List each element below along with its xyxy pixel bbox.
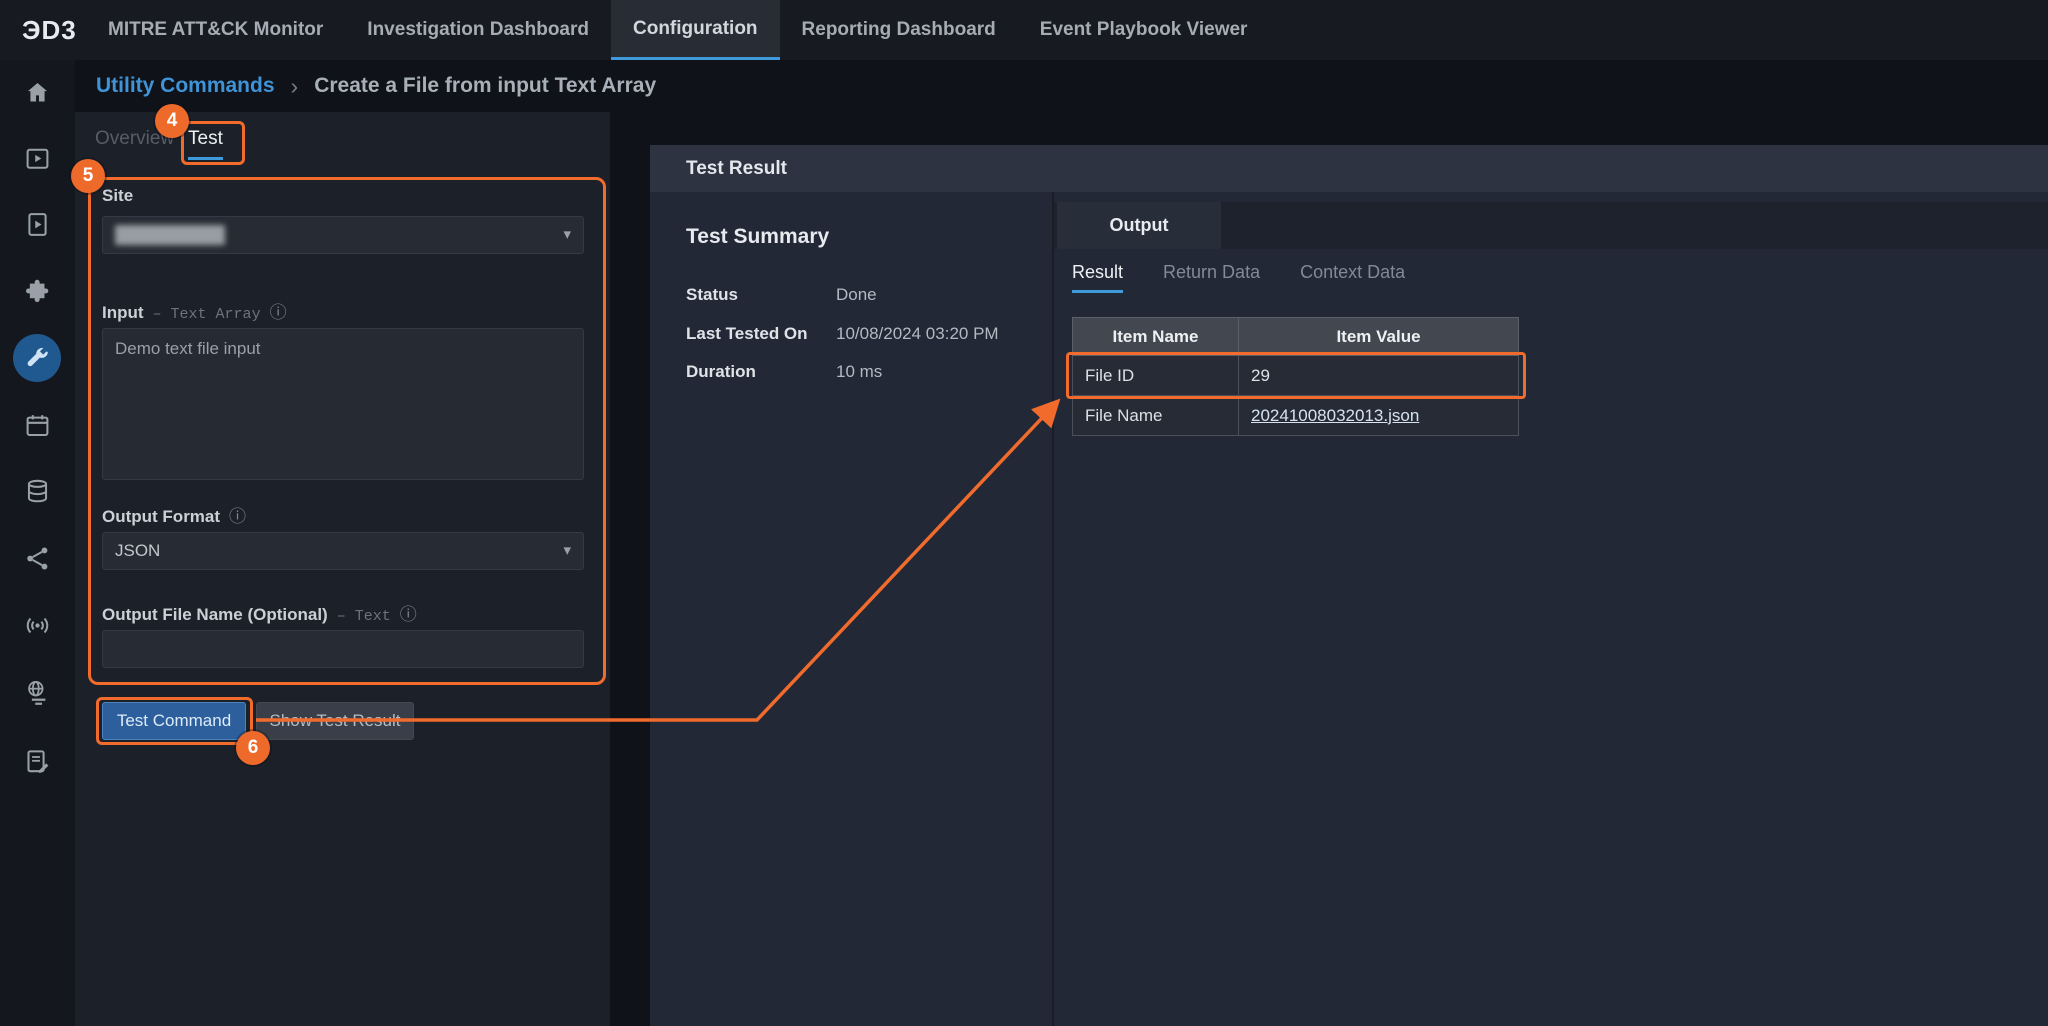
icon-sidebar [0,60,75,1026]
app-root: ЭD3 MITRE ATT&CK Monitor Investigation D… [0,0,2048,1026]
top-nav-items: MITRE ATT&CK Monitor Investigation Dashb… [86,0,1269,60]
home-icon[interactable] [13,68,61,116]
subtab-result[interactable]: Result [1072,262,1123,293]
test-command-button[interactable]: Test Command [102,702,246,740]
test-result-header: Test Result [650,145,2048,192]
utility-commands-icon[interactable] [13,334,61,382]
last-tested-value: 10/08/2024 03:20 PM [836,324,999,344]
annotation-badge-5: 5 [71,159,105,193]
show-test-result-button[interactable]: Show Test Result [256,702,414,740]
chevron-down-icon: ▾ [563,225,571,243]
result-table: Item Name Item Value File ID 29 File Nam… [1072,317,1519,436]
top-nav: ЭD3 MITRE ATT&CK Monitor Investigation D… [0,0,2048,60]
header-item-name: Item Name [1073,318,1239,356]
playbook-icon[interactable] [13,200,61,248]
output-file-name-type-hint: – Text [337,608,391,625]
table-row-file-name: File Name 20241008032013.json [1073,396,1519,436]
site-selected-value-redacted [115,225,225,245]
panel-divider [1052,192,1054,1026]
file-name-name-cell: File Name [1073,396,1239,436]
info-icon[interactable]: ⓘ [270,298,287,323]
command-test-panel: Overview Test Site ▾ Input – Text Array … [75,112,610,1026]
output-file-name-label-text: Output File Name (Optional) [102,605,328,625]
nav-mitre-attck-monitor[interactable]: MITRE ATT&CK Monitor [86,0,345,60]
site-label-text: Site [102,186,133,206]
nav-investigation-dashboard[interactable]: Investigation Dashboard [345,0,611,60]
test-result-title: Test Result [686,158,787,180]
nav-reporting-dashboard[interactable]: Reporting Dashboard [780,0,1018,60]
info-icon[interactable]: ⓘ [400,600,417,625]
file-id-value-cell: 29 [1239,356,1519,396]
input-type-hint: – Text Array [153,306,261,323]
tab-test[interactable]: Test [188,128,223,160]
info-icon[interactable]: ⓘ [229,502,246,527]
chevron-right-icon: › [291,73,299,100]
table-row-file-id: File ID 29 [1073,356,1519,396]
chevron-down-icon: ▾ [563,541,571,559]
output-file-name-label: Output File Name (Optional) – Text ⓘ [102,600,417,625]
header-item-value: Item Value [1239,318,1519,356]
database-icon[interactable] [13,467,61,515]
input-label-text: Input [102,303,144,323]
duration-value: 10 ms [836,362,882,382]
summary-row-status: Status Done [686,285,877,305]
site-label: Site [102,186,133,206]
geolocation-icon[interactable] [13,668,61,716]
output-file-name-input[interactable] [102,630,584,668]
audit-log-icon[interactable] [13,737,61,785]
input-textarea[interactable]: Demo text file input [102,328,584,480]
file-id-name-cell: File ID [1073,356,1239,396]
broadcast-icon[interactable] [13,601,61,649]
file-name-value-cell: 20241008032013.json [1239,396,1519,436]
file-name-link[interactable]: 20241008032013.json [1251,406,1419,425]
output-subtabs: Result Return Data Context Data [1072,262,1405,293]
nav-event-playbook-viewer[interactable]: Event Playbook Viewer [1018,0,1270,60]
subtab-context-data[interactable]: Context Data [1300,262,1405,293]
output-format-select[interactable]: JSON ▾ [102,532,584,570]
test-summary-title: Test Summary [686,225,829,249]
link-analysis-icon[interactable] [13,534,61,582]
nav-configuration[interactable]: Configuration [611,0,780,60]
subtab-return-data[interactable]: Return Data [1163,262,1260,293]
input-label: Input – Text Array ⓘ [102,298,287,323]
d3-logo[interactable]: ЭD3 [0,0,86,60]
tab-output[interactable]: Output [1057,202,1221,249]
output-format-selected-value: JSON [115,541,160,561]
breadcrumb-utility-commands[interactable]: Utility Commands [96,74,275,98]
duration-label: Duration [686,362,836,382]
integrations-icon[interactable] [13,267,61,315]
output-format-label-text: Output Format [102,507,220,527]
status-value: Done [836,285,877,305]
summary-row-duration: Duration 10 ms [686,362,882,382]
breadcrumb: Utility Commands › Create a File from in… [96,60,656,112]
event-playback-icon[interactable] [13,134,61,182]
last-tested-label: Last Tested On [686,324,836,344]
schedule-icon[interactable] [13,401,61,449]
test-result-panel: Test Result Test Summary Status Done Las… [650,145,2048,1026]
page-title: Create a File from input Text Array [314,74,656,98]
summary-row-last-tested: Last Tested On 10/08/2024 03:20 PM [686,324,999,344]
site-select[interactable]: ▾ [102,216,584,254]
annotation-badge-6: 6 [236,731,270,765]
table-header-row: Item Name Item Value [1073,318,1519,356]
status-label: Status [686,285,836,305]
annotation-badge-4: 4 [155,104,189,138]
output-format-label: Output Format ⓘ [102,502,246,527]
